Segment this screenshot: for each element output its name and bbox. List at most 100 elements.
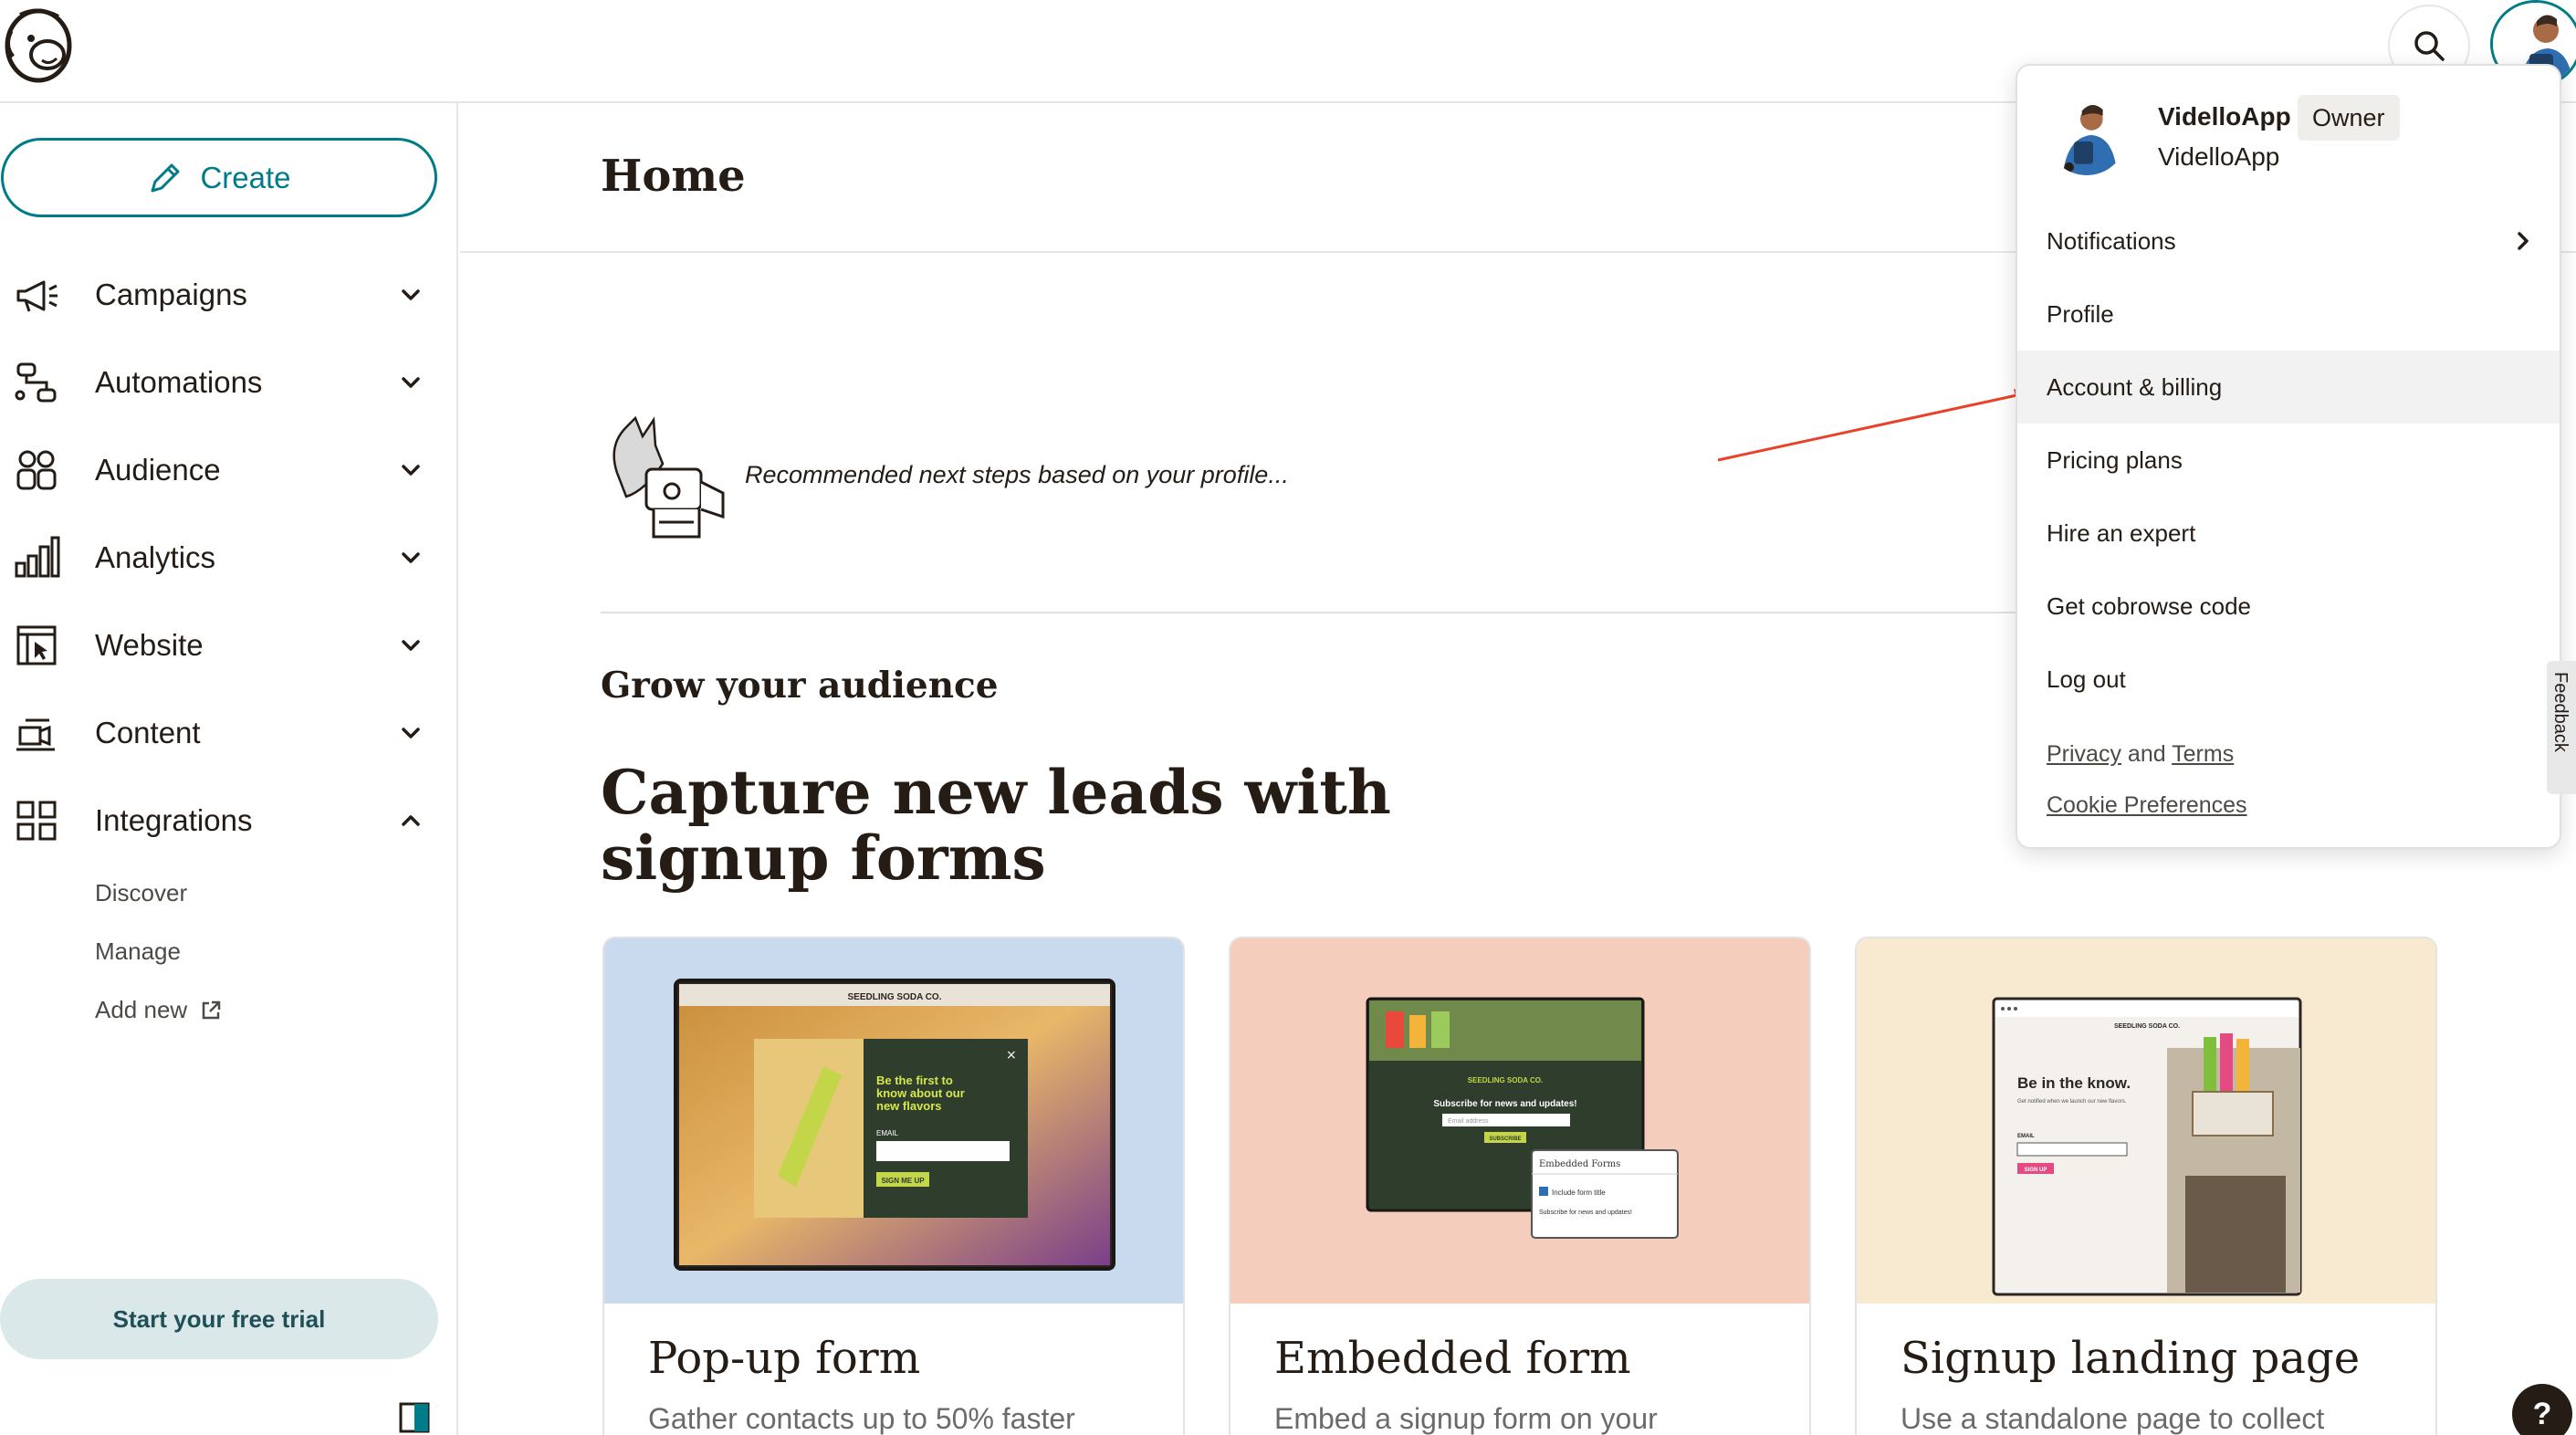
sidebar-item-automations[interactable]: Automations: [0, 346, 438, 419]
feedback-label: Feedback: [2550, 672, 2571, 752]
svg-text:×: ×: [1006, 1048, 1017, 1063]
bar-chart-icon: [15, 536, 60, 578]
mockup-landing-heading: Be in the know.: [2017, 1074, 2131, 1092]
page-title: Home: [601, 151, 746, 202]
sidebar-item-analytics[interactable]: Analytics: [0, 521, 438, 594]
mockup-landing-button: SIGN UP: [2025, 1168, 2047, 1173]
sidebar-item-label: Integrations: [95, 803, 253, 837]
recommendation-text: Recommended next steps based on your pro…: [745, 461, 1289, 488]
mockup-brand: SEEDLING SODA CO.: [848, 992, 942, 1002]
section-headline: Capture new leads with signup forms: [601, 757, 1391, 894]
menu-item-label: Pricing plans: [2047, 445, 2183, 474]
card-description: Embed a signup form on your: [1274, 1402, 1658, 1435]
role-badge: Owner: [2298, 95, 2400, 141]
card-title: Signup landing page: [1901, 1333, 2361, 1384]
menu-item-label: Log out: [2047, 665, 2126, 693]
mockup-brand: SEEDLING SODA CO.: [2114, 1023, 2180, 1030]
sidebar-item-label: Automations: [95, 365, 263, 399]
card-title: Embedded form: [1274, 1333, 1631, 1384]
chevron-down-icon: [402, 289, 420, 300]
sidebar-item-label: Website: [95, 628, 204, 662]
sidebar-item-audience[interactable]: Audience: [0, 434, 438, 507]
subitem-label: Add new: [95, 996, 188, 1023]
card-signup-landing-page[interactable]: SEEDLING SODA CO. Be in the know. Get no…: [1855, 937, 2437, 1435]
sidebar-item-content[interactable]: Content: [0, 697, 438, 770]
terms-link[interactable]: Terms: [2172, 741, 2234, 767]
megaphone-icon: [16, 280, 58, 312]
mockup-embed-placeholder: Email address: [1448, 1118, 1489, 1125]
search-icon: [2414, 31, 2445, 61]
card-popup-form[interactable]: SEEDLING SODA CO. Be the first to know ab…: [602, 937, 1185, 1435]
privacy-link[interactable]: Privacy: [2047, 741, 2121, 767]
annotation-arrow: [1717, 389, 2030, 462]
sidebar-subitem-discover[interactable]: Discover: [95, 879, 187, 907]
sidebar-item-website[interactable]: Website: [0, 609, 438, 682]
landing-page-preview-image: SEEDLING SODA CO. Be in the know. Get no…: [1857, 938, 2435, 1304]
menu-item-notifications[interactable]: Notifications: [2017, 204, 2560, 278]
chevron-up-icon: [402, 815, 420, 826]
card-title: Pop-up form: [648, 1333, 921, 1384]
section-divider: [601, 612, 2061, 613]
mockup-email-label: EMAIL: [876, 1129, 899, 1137]
mockup-embed-heading: Subscribe for news and updates!: [1433, 1099, 1576, 1109]
menu-item-profile[interactable]: Profile: [2017, 278, 2560, 351]
menu-item-label: Notifications: [2047, 226, 2176, 255]
account-name: VidelloApp: [2158, 102, 2291, 131]
mockup-panel-sub: Subscribe for news and updates!: [1539, 1210, 1632, 1216]
subitem-label: Discover: [95, 879, 188, 906]
sidebar: Create Campaigns Automations Audience An…: [0, 103, 458, 1435]
audience-icon: [16, 450, 57, 490]
mockup-embed-button: SUBSCRIBE: [1489, 1136, 1521, 1142]
pencil-icon: [151, 163, 180, 192]
chevron-right-icon: [2518, 232, 2529, 250]
automation-flow-icon: [15, 362, 57, 403]
mockup-popup-button: SIGN ME UP: [881, 1177, 925, 1185]
account-org: VidelloApp: [2158, 142, 2280, 171]
card-description: Gather contacts up to 50% faster: [648, 1402, 1075, 1435]
sidebar-subitem-manage[interactable]: Manage: [95, 937, 181, 966]
sidebar-item-label: Content: [95, 716, 201, 749]
mailchimp-logo-icon[interactable]: [0, 4, 77, 86]
mockup-panel-check: Include form title: [1552, 1189, 1606, 1197]
high-five-illustration-icon: [613, 415, 725, 539]
sidebar-item-label: Analytics: [95, 540, 216, 574]
cookie-preferences-link[interactable]: Cookie Preferences: [2047, 792, 2247, 819]
content-icon: [16, 718, 55, 751]
mockup-panel-title: Embedded Forms: [1539, 1159, 1620, 1169]
sidebar-item-campaigns[interactable]: Campaigns: [0, 258, 438, 331]
feedback-tab[interactable]: Feedback: [2547, 661, 2576, 794]
collapse-sidebar-icon[interactable]: [398, 1401, 431, 1434]
integrations-grid-icon: [16, 801, 57, 841]
sidebar-item-integrations[interactable]: Integrations: [0, 784, 438, 857]
menu-item-account-billing[interactable]: Account & billing: [2017, 351, 2560, 424]
chevron-down-icon: [402, 552, 420, 563]
card-description: Use a standalone page to collect: [1901, 1402, 2325, 1435]
section-label: Grow your audience: [601, 665, 999, 707]
help-button[interactable]: ?: [2512, 1384, 2572, 1435]
sidebar-item-label: Campaigns: [95, 278, 247, 311]
start-free-trial-button[interactable]: Start your free trial: [0, 1279, 438, 1359]
menu-item-label: Hire an expert: [2047, 518, 2196, 547]
website-icon: [16, 625, 57, 665]
subitem-label: Manage: [95, 937, 181, 965]
and-text: and: [2127, 741, 2166, 767]
create-button[interactable]: Create: [1, 138, 437, 217]
embedded-form-preview-image: SEEDLING SODA CO. Subscribe for news and…: [1230, 938, 1809, 1304]
menu-item-pricing-plans[interactable]: Pricing plans: [2017, 424, 2560, 497]
sidebar-subitem-add-new[interactable]: Add new: [95, 996, 222, 1024]
chevron-down-icon: [402, 640, 420, 651]
sidebar-item-label: Audience: [95, 453, 221, 487]
popup-form-preview-image: SEEDLING SODA CO. Be the first to know ab…: [604, 938, 1183, 1304]
menu-item-label: Account & billing: [2047, 372, 2223, 401]
account-avatar: [2047, 95, 2127, 175]
menu-item-label: Profile: [2047, 299, 2114, 328]
legal-links: Privacy and Terms: [2047, 741, 2234, 768]
menu-item-log-out[interactable]: Log out: [2017, 643, 2560, 716]
menu-item-get-cobrowse-code[interactable]: Get cobrowse code: [2017, 570, 2560, 643]
create-label: Create: [200, 160, 291, 194]
trial-label: Start your free trial: [112, 1304, 326, 1333]
mockup-email-label: EMAIL: [2017, 1134, 2035, 1139]
mockup-brand: SEEDLING SODA CO.: [1468, 1076, 1543, 1084]
card-embedded-form[interactable]: SEEDLING SODA CO. Subscribe for news and…: [1229, 937, 1811, 1435]
menu-item-hire-an-expert[interactable]: Hire an expert: [2017, 497, 2560, 570]
